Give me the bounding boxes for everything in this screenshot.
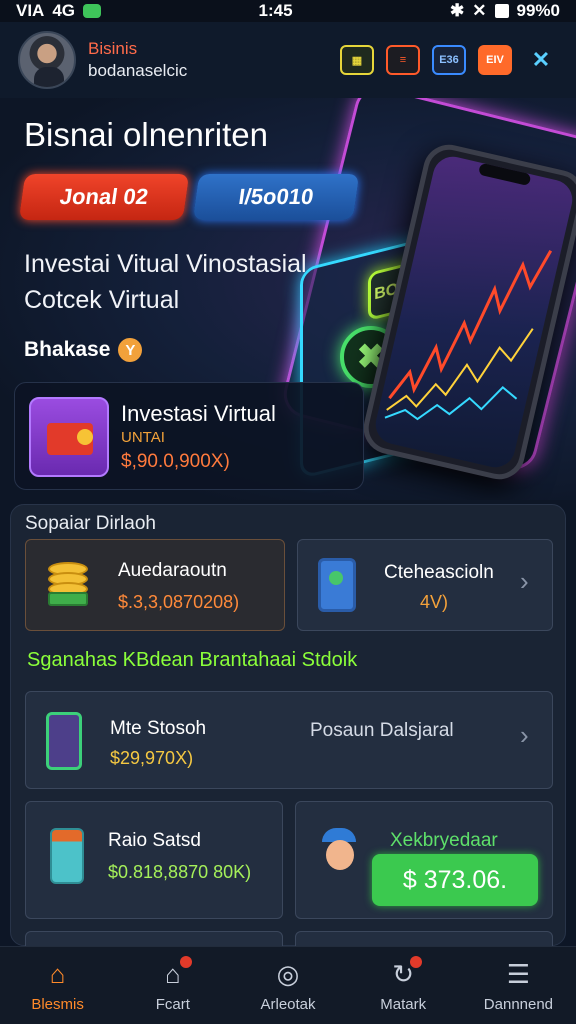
feature-subtitle: UNTAI [121,429,165,446]
promo-text: Sganahas KBdean Brantahaai Stdoik [27,649,358,671]
hero-line-1: Investai Vitual Vinostasial [24,250,307,278]
phone-icon [46,712,82,770]
card-raio-satsd[interactable]: Raio Satsd $0.818,8870 80K) [25,801,283,919]
card-cteheascioln[interactable]: Cteheascioln 4V) › [297,539,553,631]
nav-item-dannnend[interactable]: ☰ Dannnend [461,947,576,1024]
jar-icon [50,828,84,884]
app-header: Bisinis bodanaselcic ▦ ≡ E36 EIV ✕ [0,22,576,98]
app-icon-orange[interactable]: EIV [478,45,512,75]
sim-icon [83,4,102,18]
card-auedaraoutn[interactable]: Auedaraoutn $.3,3,0870208) [25,539,285,631]
card-right-label: Posaun Dalsjaral [310,720,454,741]
jonal-pill-button[interactable]: Jonal 02 [18,174,190,220]
refresh-icon: ↻ [386,956,423,990]
app-icon-blue[interactable]: E36 [432,45,466,75]
chevron-right-icon: › [520,566,529,596]
card-mte-stosoh[interactable]: Mte Stosoh $29,970X) Posaun Dalsjaral › [25,691,553,789]
wallet-icon [29,397,109,477]
nav-label: Blesmis [31,996,84,1013]
card-title: Cteheascioln [384,562,494,583]
app-icon-yellow[interactable]: ▦ [340,45,374,75]
tablet-icon [318,558,356,612]
nav-item-blesmis[interactable]: ⌂ Blesmis [0,947,115,1024]
nav-label: Matark [380,996,427,1013]
shuffle-icon[interactable]: ✕ [524,45,558,75]
card-value: $.3,3,0870208) [118,592,240,612]
status-bar: VIA 4G 1:45 ✱ ✕ 99%0 [0,0,576,22]
feature-value: $,90.0,900X) [121,451,230,472]
person-icon [316,828,362,878]
chevron-right-icon: › [520,720,529,750]
pill-blue-label: I/5o010 [237,184,316,209]
card-value: $29,970X) [110,748,194,768]
card-title: Auedaraoutn [118,560,227,581]
carrier-label: VIA [16,1,45,20]
search-icon: ◎ [276,958,300,989]
nav-label: Fcart [155,996,190,1013]
section-label: Sopaiar Dirlaoh [25,513,156,534]
coin-icon: Y [118,338,143,362]
status-right: ✱ ✕ 99%0 [450,1,560,21]
card-title: Mte Stosoh [110,718,207,739]
clock: 1:45 [258,1,293,20]
status-left: VIA 4G [16,1,102,21]
network-label: 4G [52,1,76,20]
card-value: $0.818,8870 80K) [108,862,252,882]
battery-icon [494,4,509,18]
header-text: Bisinis bodanaselcic [88,38,187,82]
nav-item-matark[interactable]: ↻ Matark [346,947,461,1024]
card-title: Xekbryedaar [390,830,498,851]
card-xekbryedaar[interactable]: Xekbryedaar $ 373.06. [295,801,553,919]
avatar[interactable] [18,31,76,89]
stack-icon: ☰ [506,958,531,989]
user-handle: bodanaselcic [88,61,188,80]
notification-badge [179,956,192,968]
hero-banner: BOOB0 BOSC ✖ Bisnai olnenriten Jonal 02 … [0,98,576,500]
cart-home-icon: ⌂ [156,956,192,990]
notification-badge [410,956,423,968]
nav-item-arleotak[interactable]: ◎ Arleotak [230,947,345,1024]
pill-red-label: Jonal 02 [58,184,150,209]
hero-line-2: Cotcek Virtual [24,286,180,314]
bottom-nav: ⌂ Blesmis ⌂ Fcart ◎ Arleotak ↻ Matark ☰ … [0,946,576,1024]
header-icons: ▦ ≡ E36 EIV ✕ [340,45,558,75]
nav-label: Arleotak [260,996,316,1013]
nav-label: Dannnend [483,996,554,1013]
nav-item-fcart[interactable]: ⌂ Fcart [115,947,230,1024]
blue-pill-button[interactable]: I/5o010 [192,174,360,220]
card-title: Raio Satsd [108,830,201,851]
feature-card[interactable]: Investasi Virtual UNTAI $,90.0,900X) [14,382,364,490]
app-icon-red[interactable]: ≡ [386,45,420,75]
hero-small-label: Bhakase [24,338,111,361]
main-panel: Sopaiar Dirlaoh Auedaraoutn $.3,3,087020… [10,504,566,971]
bluetooth-icon: ✱ [450,1,465,20]
card-value: 4V) [420,592,449,612]
home-icon: ⌂ [49,958,66,989]
battery-label: 99%0 [516,1,560,20]
hero-title: Bisnai olnenriten [24,116,268,153]
amount-button[interactable]: $ 373.06. [372,854,538,906]
coins-icon [40,558,96,612]
hero-small-label-row: Bhakase Y [24,338,143,362]
feature-title: Investasi Virtual [121,401,276,426]
user-name: Bisinis [88,39,138,58]
signal-icon: ✕ [472,1,487,20]
